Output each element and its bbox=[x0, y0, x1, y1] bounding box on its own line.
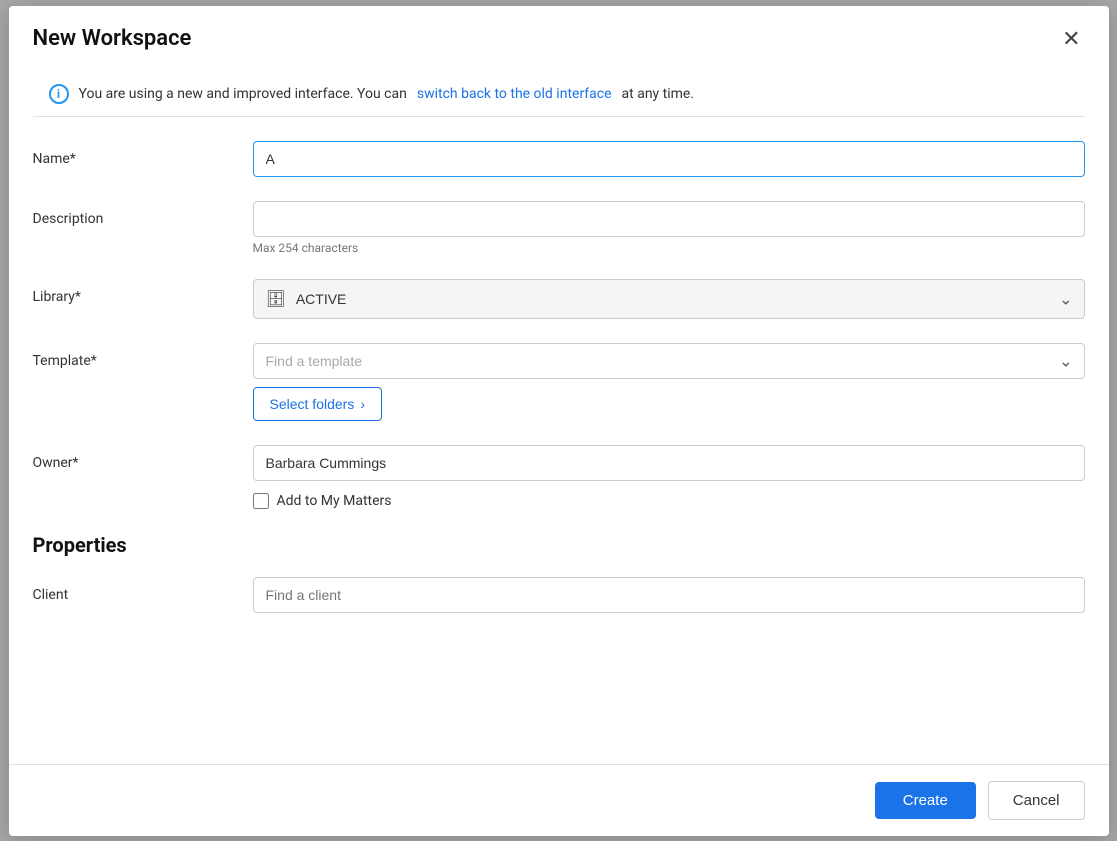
template-row: Template* Find a template ⌄ Select folde… bbox=[33, 343, 1085, 421]
description-label: Description bbox=[33, 201, 253, 227]
template-control-wrap: Find a template ⌄ Select folders › bbox=[253, 343, 1085, 421]
library-select-wrap: 🗄 ACTIVE ⌄ bbox=[253, 279, 1085, 319]
modal-header: New Workspace ✕ bbox=[9, 6, 1109, 72]
client-input[interactable] bbox=[253, 577, 1085, 613]
modal-body: Name* Description Max 254 characters Lib… bbox=[9, 117, 1109, 764]
close-icon: ✕ bbox=[1062, 26, 1080, 52]
modal-dialog: New Workspace ✕ i You are using a new an… bbox=[9, 6, 1109, 836]
name-control-wrap bbox=[253, 141, 1085, 177]
modal-overlay: New Workspace ✕ i You are using a new an… bbox=[0, 0, 1117, 841]
select-folders-arrow-icon: › bbox=[360, 396, 365, 412]
library-label: Library* bbox=[33, 279, 253, 305]
library-value: ACTIVE bbox=[296, 291, 347, 307]
database-icon: 🗄 bbox=[266, 289, 286, 309]
client-row: Client bbox=[33, 577, 1085, 613]
select-folders-label: Select folders bbox=[270, 396, 355, 412]
add-to-matters-label[interactable]: Add to My Matters bbox=[277, 493, 392, 509]
library-select-button[interactable]: 🗄 ACTIVE bbox=[253, 279, 1085, 319]
create-button[interactable]: Create bbox=[875, 782, 976, 819]
name-row: Name* bbox=[33, 141, 1085, 177]
modal-title: New Workspace bbox=[33, 26, 192, 51]
name-label: Name* bbox=[33, 141, 253, 167]
select-folders-button[interactable]: Select folders › bbox=[253, 387, 383, 421]
properties-section: Properties Client bbox=[33, 533, 1085, 613]
modal-footer: Create Cancel bbox=[9, 764, 1109, 836]
client-control-wrap bbox=[253, 577, 1085, 613]
template-select-wrap: Find a template ⌄ bbox=[253, 343, 1085, 379]
info-banner: i You are using a new and improved inter… bbox=[33, 72, 1085, 117]
description-row: Description Max 254 characters bbox=[33, 201, 1085, 255]
info-text-after: at any time. bbox=[622, 86, 695, 102]
template-select-button[interactable]: Find a template bbox=[253, 343, 1085, 379]
switch-interface-link[interactable]: switch back to the old interface bbox=[417, 86, 612, 102]
owner-input[interactable] bbox=[253, 445, 1085, 481]
description-input[interactable] bbox=[253, 201, 1085, 237]
description-control-wrap: Max 254 characters bbox=[253, 201, 1085, 255]
library-row: Library* 🗄 ACTIVE ⌄ bbox=[33, 279, 1085, 319]
owner-label: Owner* bbox=[33, 445, 253, 471]
cancel-button[interactable]: Cancel bbox=[988, 781, 1085, 820]
add-to-matters-checkbox[interactable] bbox=[253, 493, 269, 509]
template-placeholder: Find a template bbox=[266, 353, 363, 369]
client-label: Client bbox=[33, 577, 253, 603]
template-label: Template* bbox=[33, 343, 253, 369]
add-to-matters-row: Add to My Matters bbox=[253, 493, 1085, 509]
owner-row: Owner* Add to My Matters bbox=[33, 445, 1085, 509]
info-text-before: You are using a new and improved interfa… bbox=[79, 86, 407, 102]
close-button[interactable]: ✕ bbox=[1058, 22, 1084, 56]
char-limit: Max 254 characters bbox=[253, 241, 1085, 255]
library-control-wrap: 🗄 ACTIVE ⌄ bbox=[253, 279, 1085, 319]
info-icon: i bbox=[49, 84, 69, 104]
owner-control-wrap: Add to My Matters bbox=[253, 445, 1085, 509]
properties-title: Properties bbox=[33, 533, 1085, 557]
name-input[interactable] bbox=[253, 141, 1085, 177]
